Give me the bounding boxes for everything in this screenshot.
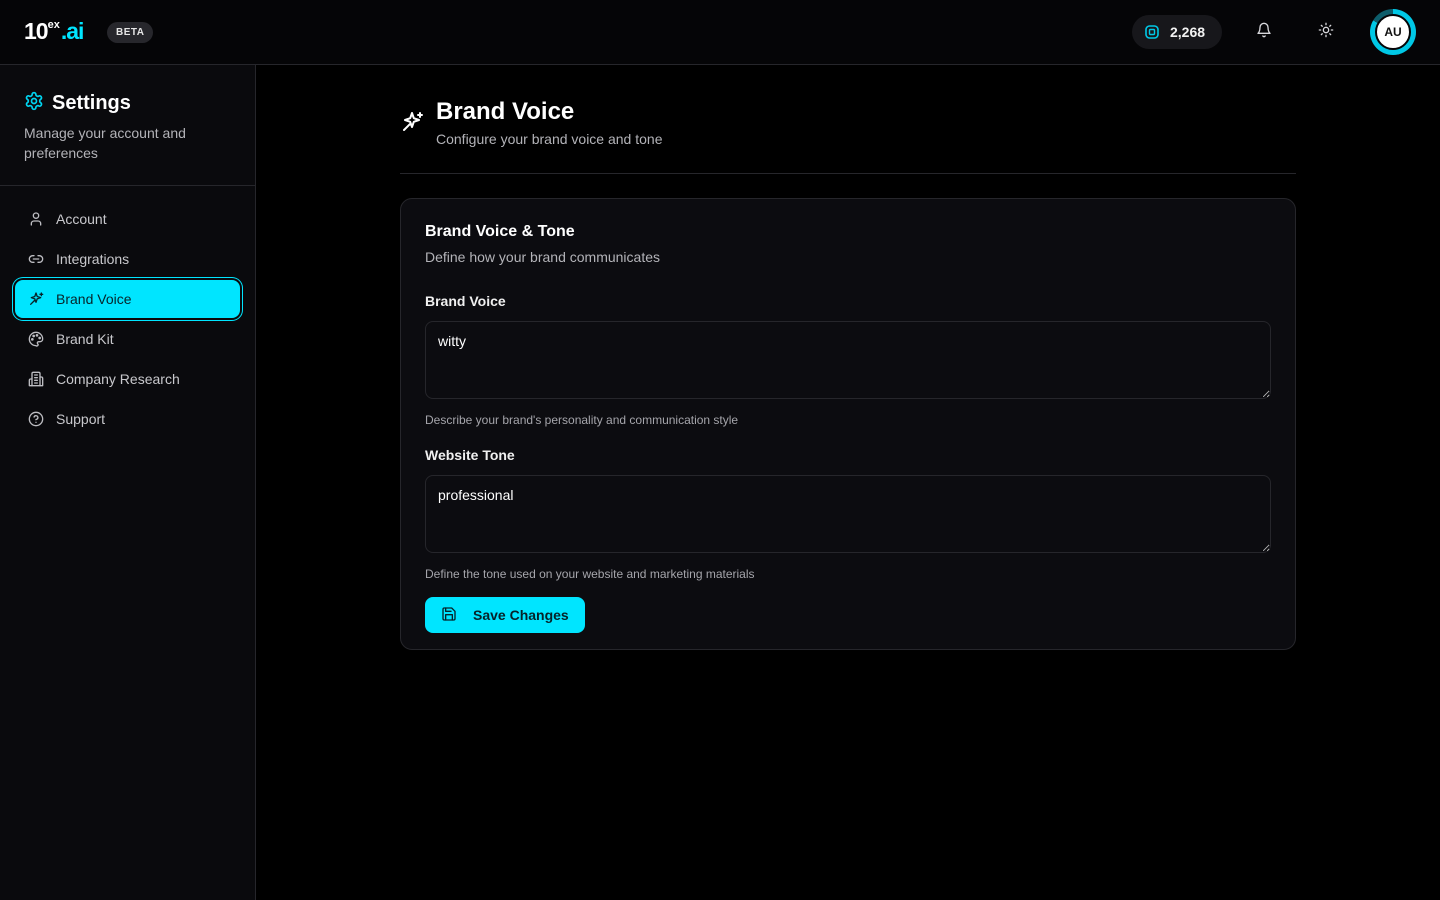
- sidebar-item-brand-voice[interactable]: Brand Voice: [15, 280, 240, 318]
- sidebar-item-account[interactable]: Account: [15, 200, 240, 238]
- website-tone-field-group: Website Tone professional Define the ton…: [425, 447, 1271, 581]
- credits-badge[interactable]: 2,268: [1132, 15, 1222, 49]
- sidebar-item-brand-kit[interactable]: Brand Kit: [15, 320, 240, 358]
- sidebar-item-support[interactable]: Support: [15, 400, 240, 438]
- user-avatar-button[interactable]: AU: [1370, 9, 1416, 55]
- bell-icon: [1256, 22, 1272, 43]
- save-button-label: Save Changes: [473, 607, 569, 623]
- settings-sidebar: Settings Manage your account and prefere…: [0, 65, 256, 900]
- sparkles-icon: [400, 110, 424, 139]
- logo-main: 10: [24, 18, 49, 44]
- sidebar-item-label: Integrations: [56, 251, 130, 267]
- top-bar: 10 ex .ai BETA 2,268 AU: [0, 0, 1440, 65]
- sidebar-item-label: Brand Kit: [56, 331, 114, 347]
- brand-voice-field-group: Brand Voice witty Describe your brand's …: [425, 293, 1271, 427]
- save-changes-button[interactable]: Save Changes: [425, 597, 585, 633]
- logo-suffix: .ai: [60, 18, 85, 44]
- link-icon: [27, 250, 45, 268]
- app-logo[interactable]: 10 ex .ai: [24, 17, 85, 45]
- sidebar-item-label: Company Research: [56, 371, 180, 387]
- sparkles-icon: [27, 290, 45, 308]
- settings-nav: Account Integrations Brand Voice Brand K…: [0, 186, 255, 454]
- brand-voice-help: Describe your brand's personality and co…: [425, 413, 739, 427]
- notifications-button[interactable]: [1249, 17, 1279, 47]
- sidebar-header: Settings Manage your account and prefere…: [0, 65, 255, 186]
- sidebar-item-label: Support: [56, 411, 106, 427]
- website-tone-textarea[interactable]: professional: [425, 475, 1271, 553]
- theme-toggle-button[interactable]: [1311, 17, 1341, 47]
- coin-icon: [1144, 24, 1160, 40]
- brand-voice-textarea[interactable]: witty: [425, 321, 1271, 399]
- sidebar-description: Manage your account and preferences: [24, 125, 186, 161]
- logo-superscript: ex: [47, 19, 60, 31]
- sidebar-title: Settings: [52, 92, 131, 114]
- card-title: Brand Voice & Tone: [425, 223, 575, 240]
- page-subtitle: Configure your brand voice and tone: [436, 131, 663, 147]
- user-icon: [27, 210, 45, 228]
- sidebar-item-integrations[interactable]: Integrations: [15, 240, 240, 278]
- beta-badge: BETA: [107, 22, 154, 43]
- card-description: Define how your brand communicates: [425, 249, 661, 265]
- building-icon: [27, 370, 45, 388]
- brand-voice-label: Brand Voice: [425, 293, 506, 309]
- page-title: Brand Voice: [436, 98, 575, 125]
- sidebar-item-label: Account: [56, 211, 107, 227]
- credits-value: 2,268: [1170, 24, 1206, 40]
- sidebar-item-label: Brand Voice: [56, 291, 132, 307]
- floppy-disk-icon: [441, 606, 457, 625]
- website-tone-label: Website Tone: [425, 447, 515, 463]
- help-circle-icon: [27, 410, 45, 428]
- page-header: Brand Voice Configure your brand voice a…: [400, 96, 1296, 174]
- brand-voice-card: Brand Voice & Tone Define how your brand…: [400, 198, 1296, 650]
- sidebar-item-company-research[interactable]: Company Research: [15, 360, 240, 398]
- palette-icon: [27, 330, 45, 348]
- website-tone-help: Define the tone used on your website and…: [425, 567, 755, 581]
- gear-icon: [24, 91, 44, 116]
- avatar: AU: [1375, 14, 1411, 50]
- sun-icon: [1318, 22, 1334, 43]
